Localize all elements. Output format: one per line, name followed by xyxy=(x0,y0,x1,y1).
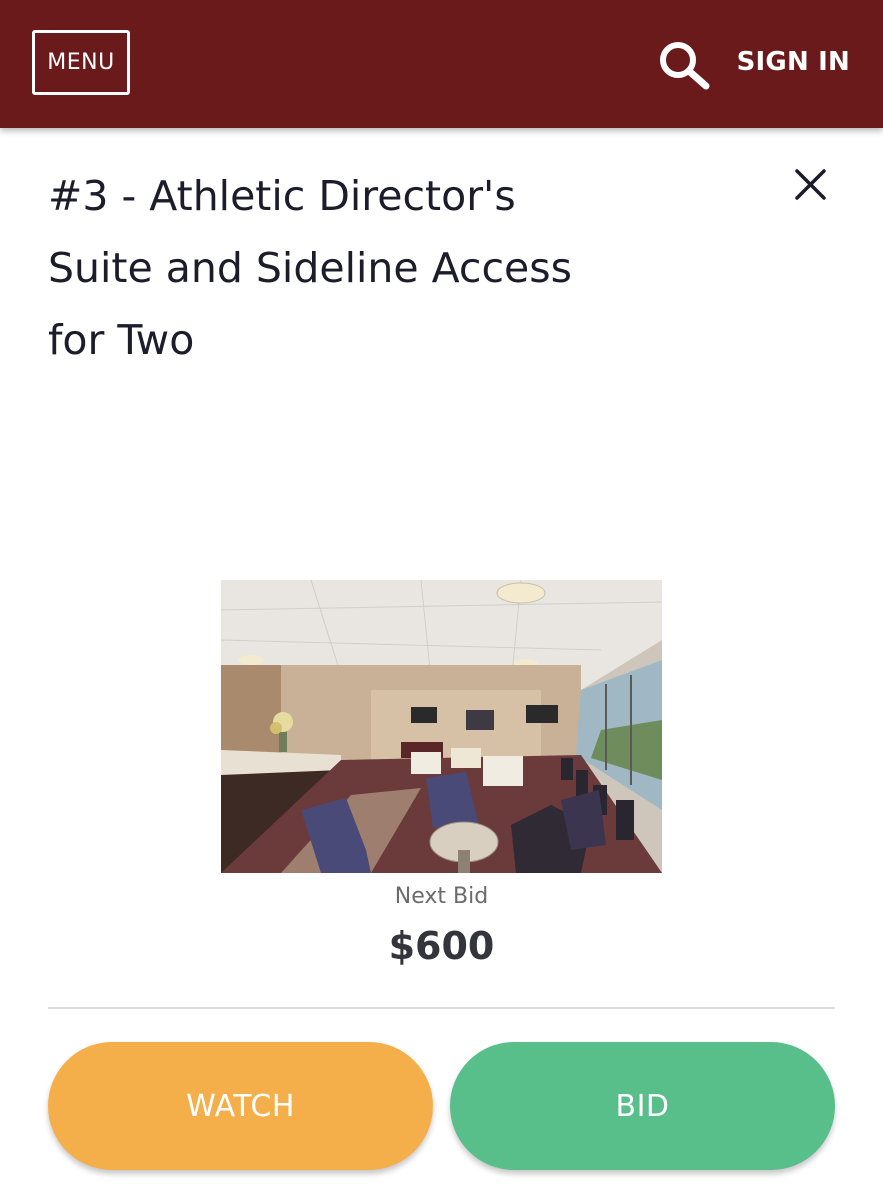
next-bid-label: Next Bid xyxy=(394,884,489,909)
watch-button[interactable]: WATCH xyxy=(48,1042,433,1170)
top-navigation-bar: MENU SIGN IN xyxy=(0,0,883,128)
bid-button[interactable]: BID xyxy=(450,1042,835,1170)
next-bid-amount: $600 xyxy=(388,924,495,968)
search-icon[interactable] xyxy=(658,40,710,90)
item-photo[interactable] xyxy=(221,580,662,873)
close-icon[interactable] xyxy=(794,168,827,201)
sign-in-link[interactable]: SIGN IN xyxy=(737,47,850,77)
item-title: #3 - Athletic Director's Suite and Sidel… xyxy=(48,172,572,364)
suite-photo-illustration xyxy=(221,580,662,873)
menu-button[interactable]: MENU xyxy=(32,30,130,95)
divider xyxy=(48,1007,835,1009)
